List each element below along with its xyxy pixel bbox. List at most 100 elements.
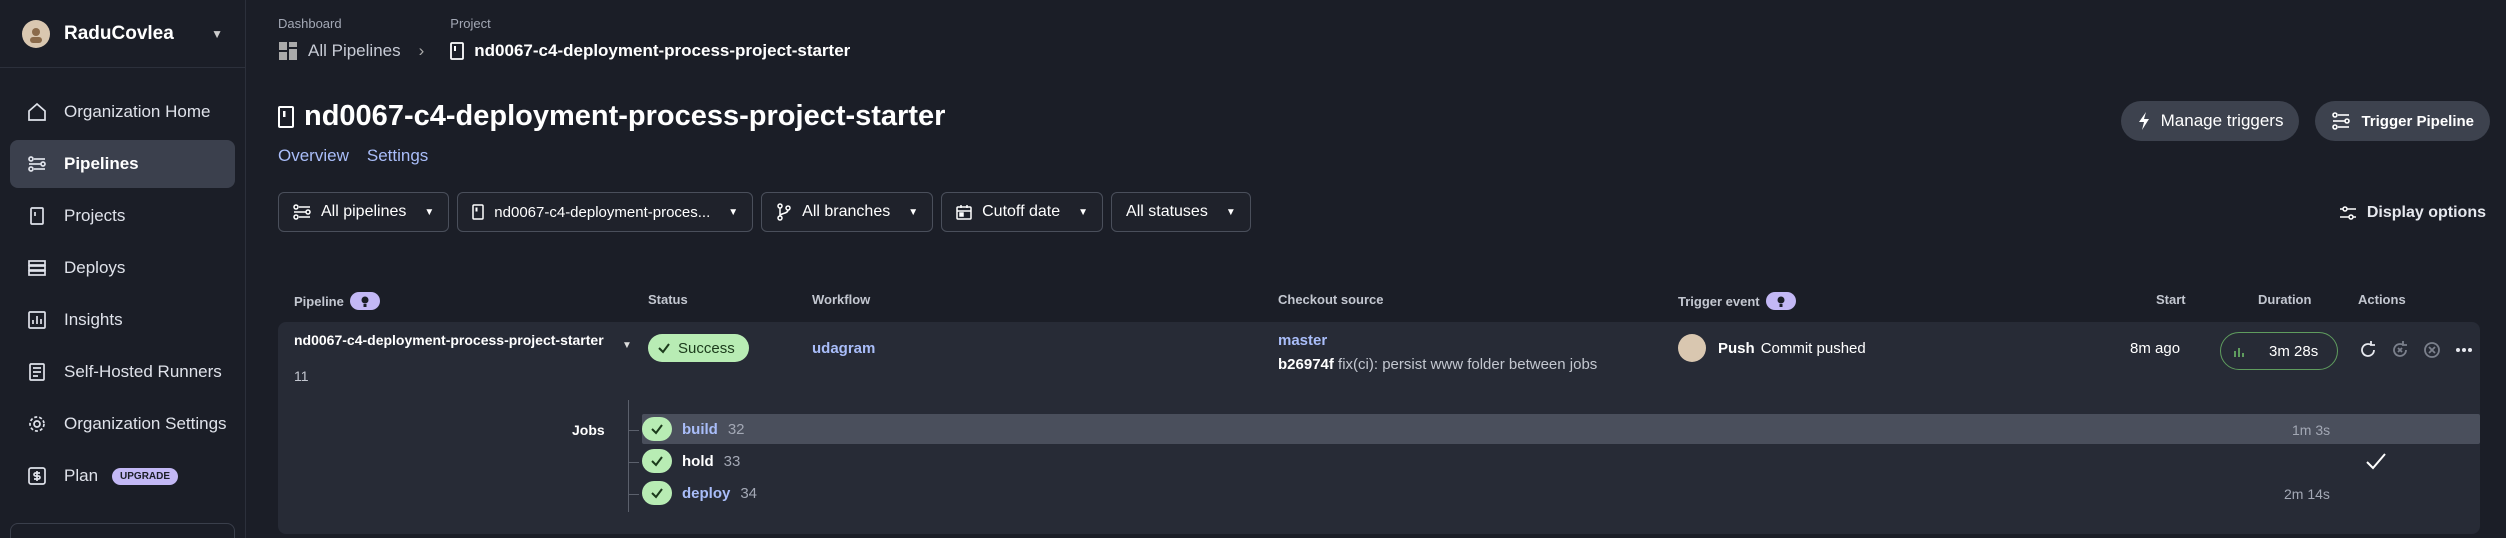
- display-options-label: Display options: [2366, 204, 2486, 221]
- trigger-pipeline-label: Trigger Pipeline: [2361, 112, 2474, 130]
- breadcrumb-project[interactable]: nd0067-c4-deployment-process-project-sta…: [450, 41, 850, 61]
- col-checkout: Checkout source: [1278, 292, 1384, 307]
- sidebar-item-insights[interactable]: Insights: [10, 296, 235, 344]
- filter-statuses[interactable]: All statuses ▼: [1111, 192, 1251, 232]
- rerun-icon[interactable]: [2358, 340, 2378, 360]
- sidebar-item-projects[interactable]: Projects: [10, 192, 235, 240]
- col-pipeline-label: Pipeline: [294, 293, 344, 309]
- col-actions: Actions: [2358, 292, 2406, 307]
- job-duration: 1m 3s: [2292, 422, 2331, 438]
- display-options-button[interactable]: Display options: [2339, 204, 2486, 222]
- avatar: [1678, 334, 1706, 362]
- job-build[interactable]: build 32: [642, 414, 2480, 444]
- deploys-icon: [26, 257, 48, 279]
- sidebar-item-deploys[interactable]: Deploys: [10, 244, 235, 292]
- chevron-down-icon: ▼: [1078, 206, 1089, 218]
- page-header: nd0067-c4-deployment-process-project-sta…: [278, 100, 945, 133]
- org-name: RaduCovlea: [64, 22, 174, 44]
- filter-statuses-label: All statuses: [1126, 203, 1208, 220]
- chevron-down-icon[interactable]: ▼: [622, 340, 632, 351]
- col-workflow: Workflow: [812, 292, 871, 307]
- sidebar-item-organization-home[interactable]: Organization Home: [10, 88, 235, 136]
- filter-branches-label: All branches: [802, 203, 891, 220]
- approve-check-icon[interactable]: [2364, 450, 2388, 477]
- start-time: 8m ago: [2130, 340, 2181, 357]
- col-trigger: Trigger event: [1678, 292, 1796, 310]
- sidebar-item-pipelines[interactable]: Pipelines: [10, 140, 235, 188]
- sidebar-item-label: Insights: [64, 310, 123, 329]
- runners-icon: [26, 361, 48, 383]
- breadcrumb-dashboard-value: All Pipelines: [308, 41, 401, 60]
- page-tabs: Overview Settings: [278, 146, 446, 166]
- branch-link[interactable]: master: [1278, 332, 1327, 349]
- duration-chip[interactable]: 3m 28s: [2220, 332, 2338, 370]
- row-actions: [2358, 340, 2486, 360]
- job-duration: 2m 14s: [2284, 486, 2330, 502]
- sliders-icon: [2339, 206, 2356, 220]
- more-options-icon[interactable]: [2454, 340, 2474, 360]
- trigger-pipeline-button[interactable]: Trigger Pipeline: [2315, 101, 2490, 141]
- filter-project[interactable]: nd0067-c4-deployment-proces... ▼: [457, 192, 754, 232]
- sidebar-item-label: Pipelines: [64, 154, 139, 173]
- breadcrumb-all-pipelines[interactable]: All Pipelines ›: [278, 41, 424, 61]
- job-deploy[interactable]: deploy 34: [642, 478, 757, 508]
- header-actions: Manage triggers Trigger Pipeline: [2105, 101, 2490, 141]
- sidebar-item-label: Organization Home: [64, 102, 211, 121]
- filter-bar: All pipelines ▼ nd0067-c4-deployment-pro…: [278, 192, 1259, 232]
- filter-pipelines-label: All pipelines: [321, 203, 407, 220]
- trigger-desc: Commit pushed: [1760, 339, 1866, 357]
- sidebar-item-label: Self-Hosted Runners: [64, 362, 222, 381]
- job-name: build: [682, 420, 718, 438]
- calendar-icon: [956, 205, 972, 220]
- upgrade-badge[interactable]: UPGRADE: [112, 467, 179, 485]
- manage-triggers-button[interactable]: Manage triggers: [2120, 101, 2300, 141]
- sidebar-bottom-card[interactable]: [10, 523, 235, 538]
- job-hold[interactable]: hold 33: [642, 446, 740, 476]
- duration-value: 3m 28s: [2269, 342, 2319, 360]
- status-label: Success: [678, 339, 735, 357]
- pipeline-name[interactable]: nd0067-c4-deployment-process-project-sta…: [294, 332, 624, 349]
- sidebar-item-plan[interactable]: Plan UPGRADE: [10, 452, 235, 500]
- dashboard-grid-icon: [279, 42, 297, 60]
- pipeline-number: 11: [294, 368, 309, 384]
- col-status: Status: [648, 292, 688, 307]
- sidebar-item-self-hosted-runners[interactable]: Self-Hosted Runners: [10, 348, 235, 396]
- chevron-down-icon: ▼: [728, 206, 739, 218]
- chevron-right-icon: ›: [418, 41, 425, 60]
- table-row[interactable]: nd0067-c4-deployment-process-project-sta…: [278, 322, 2480, 534]
- pipelines-icon: [2332, 112, 2351, 130]
- col-pipeline: Pipeline: [294, 292, 380, 310]
- sidebar-item-label: Organization Settings: [64, 414, 227, 433]
- project-icon: [278, 105, 294, 128]
- lightbulb-icon[interactable]: [349, 292, 380, 310]
- filter-project-label: nd0067-c4-deployment-proces...: [494, 203, 711, 221]
- tab-overview[interactable]: Overview: [278, 146, 349, 166]
- commit-message: fix(ci): persist www folder between jobs: [1338, 356, 1598, 373]
- chevron-down-icon: ▼: [908, 206, 919, 218]
- filter-branches[interactable]: All branches ▼: [761, 192, 934, 232]
- cancel-icon[interactable]: [2422, 340, 2442, 360]
- filter-cutoff-date[interactable]: Cutoff date ▼: [941, 192, 1104, 232]
- breadcrumb-project-value: nd0067-c4-deployment-process-project-sta…: [474, 41, 851, 60]
- filter-pipelines[interactable]: All pipelines ▼: [278, 192, 450, 232]
- filter-cutoff-label: Cutoff date: [982, 203, 1061, 220]
- status-badge[interactable]: Success: [648, 334, 749, 362]
- tab-settings[interactable]: Settings: [367, 146, 428, 166]
- rerun-failed-icon[interactable]: [2390, 340, 2410, 360]
- lightbulb-icon[interactable]: [1765, 292, 1796, 310]
- projects-icon: [26, 205, 48, 227]
- org-switcher[interactable]: RaduCovlea ▼: [0, 0, 245, 68]
- workflow-link[interactable]: udagram: [812, 340, 875, 357]
- sidebar-item-organization-settings[interactable]: Organization Settings: [10, 400, 235, 448]
- plan-icon: [26, 465, 48, 487]
- commit-info[interactable]: b26974f fix(ci): persist www folder betw…: [1278, 356, 1597, 373]
- breadcrumb-project-label: Project: [450, 16, 491, 31]
- col-start: Start: [2156, 292, 2186, 307]
- chevron-down-icon[interactable]: ▼: [211, 27, 223, 41]
- home-icon: [26, 101, 48, 123]
- manage-triggers-label: Manage triggers: [2160, 111, 2284, 130]
- pipelines-icon: [293, 204, 311, 220]
- branch-icon: [777, 203, 791, 221]
- col-duration: Duration: [2258, 292, 2312, 307]
- sidebar-item-label: Plan: [64, 466, 99, 485]
